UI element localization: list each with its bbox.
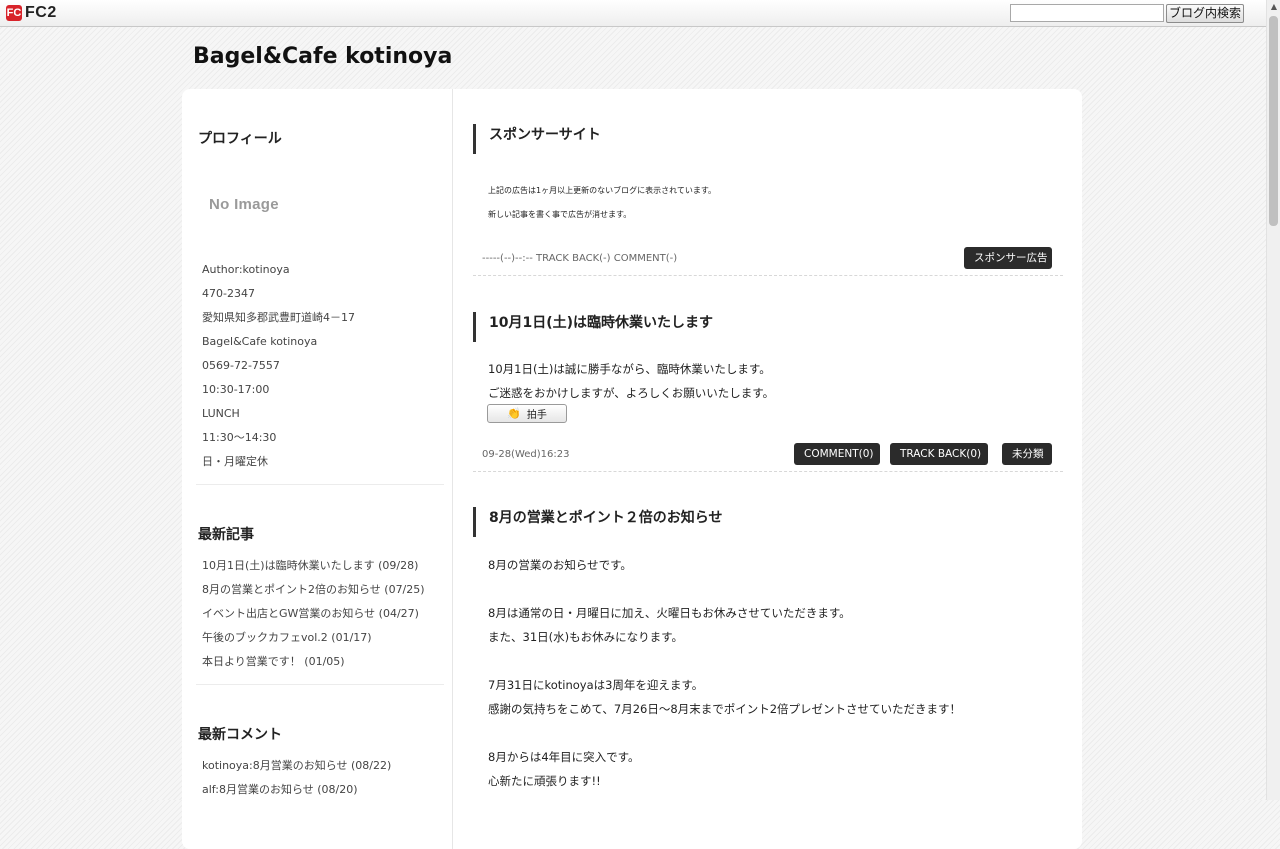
profile-line: LUNCH	[202, 407, 240, 420]
content-panel: プロフィール No Image Author:kotinoya 470-2347…	[182, 89, 1082, 849]
clap-button[interactable]: 👏 拍手	[487, 404, 567, 423]
recent-post-link[interactable]: 10月1日(土)は臨時休業いたします (09/28)	[202, 554, 425, 578]
scroll-thumb[interactable]	[1269, 16, 1278, 226]
comment-count-button[interactable]: COMMENT(0)	[794, 443, 880, 465]
entry-date: 09-28(Wed)16:23	[482, 449, 570, 460]
entry-text-line: 7月31日にkotinoyaは3周年を迎えます。	[488, 678, 704, 692]
profile-line: Author:kotinoya	[202, 263, 290, 276]
sidebar-separator	[196, 684, 444, 685]
profile-line: 0569-72-7557	[202, 359, 280, 372]
blog-search-button[interactable]: ブログ内検索	[1166, 4, 1244, 23]
scroll-up-arrow-icon[interactable]: ▲	[1267, 0, 1280, 14]
profile-line: Bagel&Cafe kotinoya	[202, 335, 318, 348]
clap-hands-icon: 👏	[507, 406, 521, 420]
entry-blank-line	[488, 649, 961, 673]
entry-text-line: 上記の広告は1ヶ月以上更新のないブログに表示されています。	[488, 186, 717, 195]
profile-details: Author:kotinoya 470-2347 愛知県知多郡武豊町道崎4－17…	[202, 258, 355, 474]
recent-comment-link[interactable]: alf:8月営業のお知らせ (08/20)	[202, 778, 391, 802]
blog-search-input[interactable]	[1010, 4, 1164, 22]
clap-label: 拍手	[526, 410, 547, 421]
entry-title-sponsor[interactable]: スポンサーサイト	[473, 124, 601, 154]
entry-text-line: 8月の営業のお知らせです。	[488, 558, 632, 572]
recent-comment-link[interactable]: kotinoya:8月営業のお知らせ (08/22)	[202, 754, 391, 778]
entry-blank-line	[488, 721, 961, 745]
entry-title-august[interactable]: 8月の営業とポイント２倍のお知らせ	[473, 507, 722, 537]
recent-comments-list: kotinoya:8月営業のお知らせ (08/22) alf:8月営業のお知らせ…	[202, 754, 391, 802]
entry-separator	[473, 275, 1063, 276]
fc2-toolbar: FC FC2 ブログ内検索	[0, 0, 1266, 27]
fc2-logo-text: FC2	[25, 4, 57, 21]
recent-comments-heading: 最新コメント	[198, 727, 282, 743]
recent-posts-heading: 最新記事	[198, 527, 254, 543]
recent-post-link[interactable]: 本日より営業です！ (01/05)	[202, 650, 425, 674]
profile-line: 10:30‐17:00	[202, 383, 270, 396]
profile-line: 日・月曜定休	[202, 455, 268, 468]
entry-text-line: 新しい記事を書く事で広告が消せます。	[488, 210, 632, 219]
profile-line: 11:30～14:30	[202, 431, 277, 444]
blog-title[interactable]: Bagel&Cafe kotinoya	[193, 44, 452, 69]
recent-posts-list: 10月1日(土)は臨時休業いたします (09/28) 8月の営業とポイント2倍の…	[202, 554, 425, 674]
trackback-count-button[interactable]: TRACK BACK(0)	[890, 443, 988, 465]
profile-avatar-placeholder: No Image	[209, 196, 279, 213]
sidebar-separator	[196, 484, 444, 485]
page-scrollbar[interactable]: ▲	[1266, 0, 1280, 800]
entry-text-line: 感謝の気持ちをこめて、7月26日～8月末までポイント2倍プレゼントさせていただき…	[488, 702, 962, 716]
sidebar-divider	[452, 89, 453, 849]
entry-text-line: 心新たに頑張ります!!	[488, 774, 601, 788]
profile-line: 愛知県知多郡武豊町道崎4－17	[202, 311, 355, 324]
entry-title-oct1[interactable]: 10月1日(土)は臨時休業いたします	[473, 312, 713, 342]
entry-separator	[473, 471, 1063, 472]
fc2-logo-icon: FC	[6, 5, 22, 21]
category-button[interactable]: 未分類	[1002, 443, 1052, 465]
recent-post-link[interactable]: イベント出店とGW営業のお知らせ (04/27)	[202, 602, 425, 626]
entry-meta-sponsor: -----(--)--:-- TRACK BACK(-) COMMENT(-)	[482, 253, 678, 264]
profile-line: 470-2347	[202, 287, 255, 300]
entry-blank-line	[488, 577, 961, 601]
entry-text-line: また、31日(水)もお休みになります。	[488, 630, 683, 644]
entry-text-line: ご迷惑をおかけしますが、よろしくお願いいたします。	[488, 386, 775, 400]
entry-text-line: 8月は通常の日・月曜日に加え、火曜日もお休みさせていただきます。	[488, 606, 851, 620]
entry-body-oct1: 10月1日(土)は誠に勝手ながら、臨時休業いたします。 ご迷惑をおかけしますが、…	[488, 357, 774, 405]
fc2-logo[interactable]: FC FC2	[6, 4, 57, 22]
sponsor-ad-category-button[interactable]: スポンサー広告	[964, 247, 1052, 269]
entry-body-august: 8月の営業のお知らせです。 8月は通常の日・月曜日に加え、火曜日もお休みさせてい…	[488, 553, 961, 793]
recent-post-link[interactable]: 8月の営業とポイント2倍のお知らせ (07/25)	[202, 578, 425, 602]
entry-body-sponsor: 上記の広告は1ヶ月以上更新のないブログに表示されています。 新しい記事を書く事で…	[488, 179, 716, 227]
recent-post-link[interactable]: 午後のブックカフェvol.2 (01/17)	[202, 626, 425, 650]
entry-text-line: 10月1日(土)は誠に勝手ながら、臨時休業いたします。	[488, 362, 771, 376]
entry-text-line: 8月からは4年目に突入です。	[488, 750, 640, 764]
profile-heading: プロフィール	[198, 131, 282, 147]
